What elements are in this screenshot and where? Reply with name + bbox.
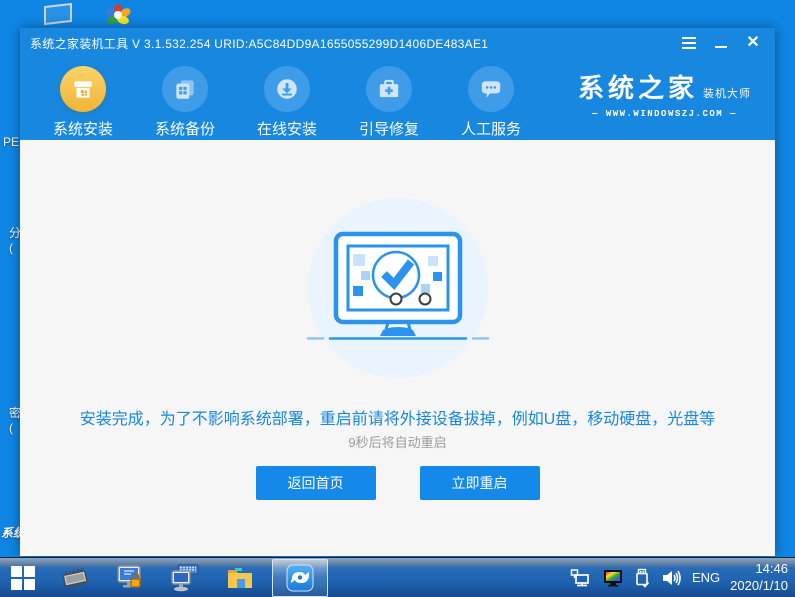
nav-item-label: 在线安装 [256, 121, 317, 138]
volume-tray-icon[interactable] [660, 568, 682, 588]
occluded-desktop-label: ( [9, 241, 13, 255]
action-buttons: 返回首页 立即重启 [20, 466, 775, 500]
taskbar-keyboard-tool-icon[interactable] [168, 561, 202, 595]
taskbar-zhuangji-app-active[interactable] [272, 559, 328, 597]
clock-date: 2020/1/10 [730, 577, 788, 593]
occluded-desktop-label: PE [3, 135, 20, 149]
window-controls: ✕ [681, 35, 765, 51]
nav-item-system-backup[interactable]: 系统备份 [134, 58, 236, 140]
desktop: PE 分 ( 密 ( 系统 系统之家装机工具 V 3.1.532.254 URI… [0, 0, 795, 597]
backup-copies-icon [162, 66, 208, 112]
nav-item-system-install[interactable]: 系统安装 [32, 58, 134, 140]
online-download-icon [264, 66, 310, 112]
usb-tray-icon[interactable] [634, 568, 650, 588]
brand-name: 系统之家 [577, 73, 698, 103]
nav-item-label: 人工服务 [460, 121, 521, 138]
support-chat-icon [468, 66, 514, 112]
return-home-button[interactable]: 返回首页 [255, 466, 376, 500]
taskbar-file-explorer-icon[interactable] [223, 561, 257, 595]
restart-now-button[interactable]: 立即重启 [419, 466, 540, 500]
brand-url: — WWW.WINDOWSZJ.COM — [592, 109, 737, 119]
language-indicator[interactable]: ENG [692, 570, 720, 585]
nav-bar: 系统安装 系统备份 在线安装 引导修复 人工服务 系统之家 装机大师 — WWW… [20, 58, 775, 140]
windows-logo-icon [11, 565, 35, 590]
menu-icon[interactable] [681, 35, 697, 51]
nav-item-support[interactable]: 人工服务 [440, 58, 542, 140]
minimize-icon[interactable] [713, 35, 729, 51]
clock[interactable]: 14:46 2020/1/10 [730, 561, 788, 595]
install-box-icon [60, 66, 106, 112]
nav-item-boot-repair[interactable]: 引导修复 [338, 58, 440, 140]
system-tray: ENG 14:46 2020/1/10 [570, 561, 795, 595]
nav-item-label: 系统备份 [154, 121, 215, 138]
nav-item-label: 引导修复 [358, 121, 419, 138]
nav-item-online-install[interactable]: 在线安装 [236, 58, 338, 140]
boot-repair-toolbox-icon [366, 66, 412, 112]
taskbar-partition-tool-icon[interactable] [113, 561, 147, 595]
installer-window: 系统之家装机工具 V 3.1.532.254 URID:A5C84DD9A165… [20, 28, 775, 556]
taskbar: ENG 14:46 2020/1/10 [0, 557, 795, 597]
title-bar: 系统之家装机工具 V 3.1.532.254 URID:A5C84DD9A165… [20, 28, 775, 58]
taskbar-memory-chip-icon[interactable] [58, 561, 92, 595]
window-title: 系统之家装机工具 V 3.1.532.254 URID:A5C84DD9A165… [30, 36, 489, 51]
zhuangji-app-icon [286, 564, 314, 592]
network-tray-icon[interactable] [570, 568, 592, 588]
occluded-desktop-label: ( [9, 421, 13, 435]
completion-message: 安装完成，为了不影响系统部署，重启前请将外接设备拔掉，例如U盘，移动硬盘，光盘等 [79, 411, 716, 428]
clock-time: 14:46 [755, 560, 788, 576]
start-button[interactable] [0, 558, 46, 597]
display-color-tray-icon[interactable] [602, 568, 624, 588]
restart-countdown: 9秒后将自动重启 [348, 435, 447, 450]
close-icon[interactable]: ✕ [745, 35, 761, 51]
install-complete-illustration [306, 198, 489, 378]
brand-tagline: 装机大师 [703, 88, 751, 100]
main-content: 安装完成，为了不影响系统部署，重启前请将外接设备拔掉，例如U盘，移动硬盘，光盘等… [20, 140, 775, 556]
brand-logo: 系统之家 装机大师 — WWW.WINDOWSZJ.COM — [578, 68, 751, 119]
nav-item-label: 系统安装 [52, 121, 113, 138]
